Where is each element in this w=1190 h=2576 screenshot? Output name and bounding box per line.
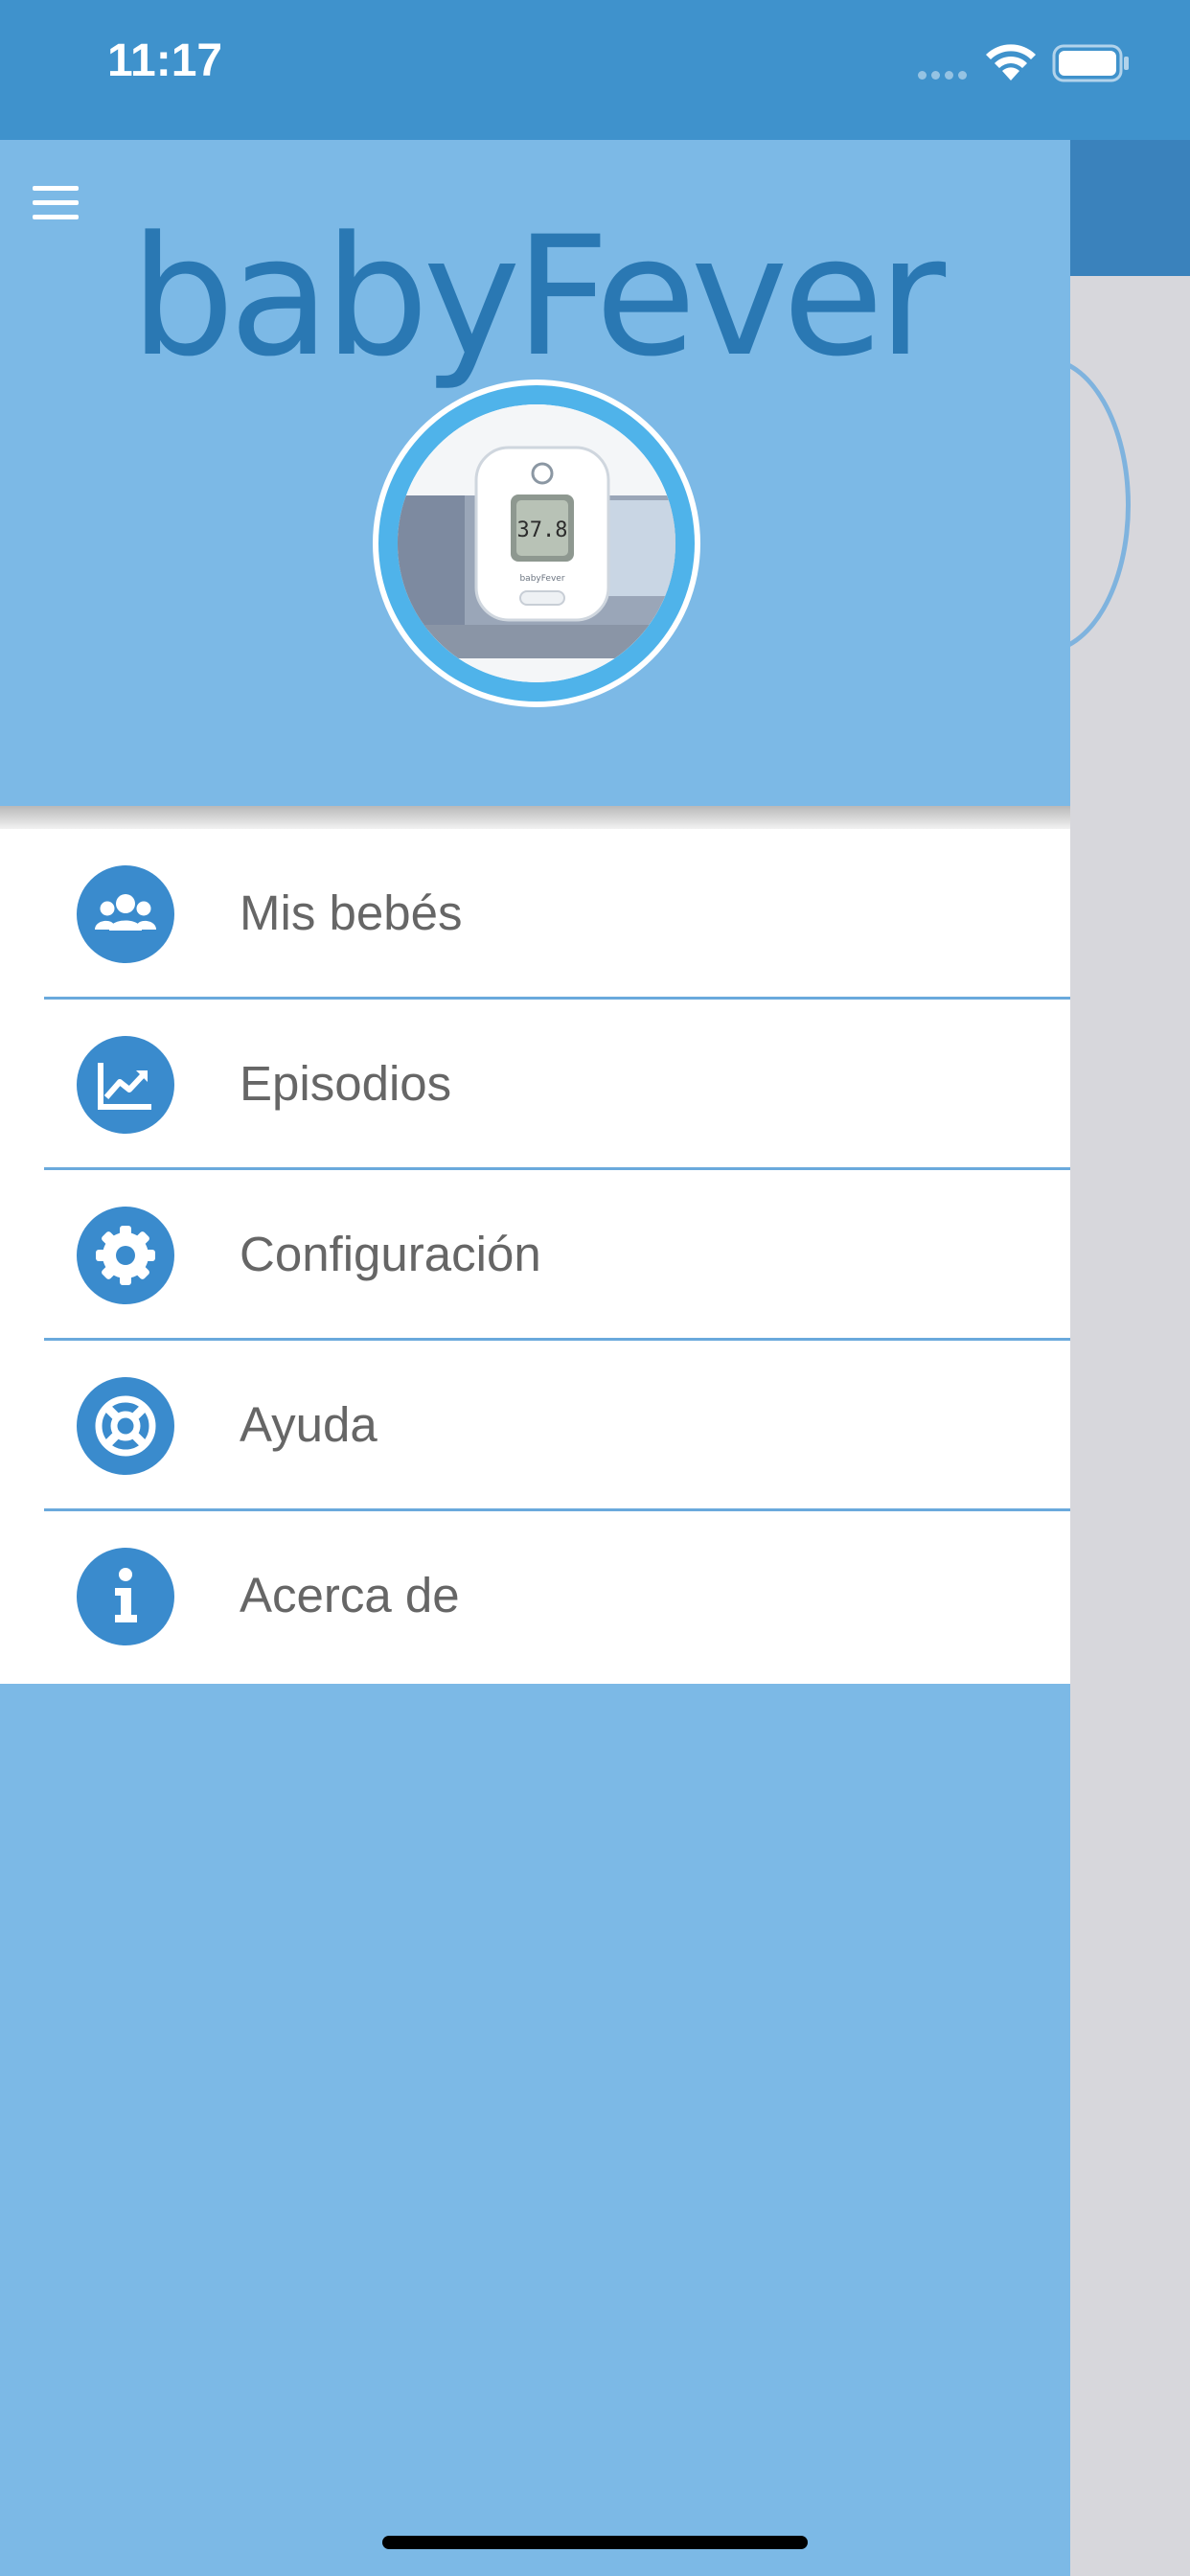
menu-item-configuracion[interactable]: Configuración [0, 1170, 1070, 1341]
drawer-menu: Mis bebés Episodios Configuración Ayuda … [0, 829, 1070, 1684]
device-image: 37.8 babyFever [373, 380, 700, 707]
menu-item-label: Episodios [240, 1056, 452, 1111]
menu-item-label: Acerca de [240, 1568, 460, 1622]
status-time: 11:17 [107, 35, 223, 86]
header-shadow [0, 806, 1070, 829]
navigation-drawer: babyFever 37.8 babyFever Mis bebés Episo… [0, 140, 1070, 2576]
device-temperature: 37.8 [517, 518, 568, 542]
menu-item-ayuda[interactable]: Ayuda [0, 1341, 1070, 1511]
wifi-icon [986, 44, 1036, 80]
menu-item-acerca-de[interactable]: Acerca de [0, 1511, 1070, 1682]
menu-item-episodios[interactable]: Episodios [0, 1000, 1070, 1170]
drawer-header: babyFever 37.8 babyFever [0, 140, 1070, 806]
device-brand-label: babyFever [519, 574, 564, 584]
home-indicator[interactable] [382, 2536, 808, 2549]
status-bar: 11:17 [0, 0, 1190, 140]
people-icon [77, 865, 174, 963]
brand-logo: babyFever [129, 200, 946, 393]
main-screen-header [1070, 140, 1190, 276]
gear-icon [77, 1207, 174, 1304]
cellular-signal-icon [918, 67, 972, 84]
menu-item-mis-bebes[interactable]: Mis bebés [0, 829, 1070, 1000]
menu-item-label: Ayuda [240, 1397, 378, 1452]
lifebuoy-icon [77, 1377, 174, 1475]
thermometer-device-icon: 37.8 babyFever [398, 404, 675, 682]
info-icon [77, 1548, 174, 1645]
chart-line-icon [77, 1036, 174, 1134]
menu-item-label: Configuración [240, 1227, 541, 1281]
battery-icon [1052, 44, 1129, 82]
menu-item-label: Mis bebés [240, 886, 463, 940]
